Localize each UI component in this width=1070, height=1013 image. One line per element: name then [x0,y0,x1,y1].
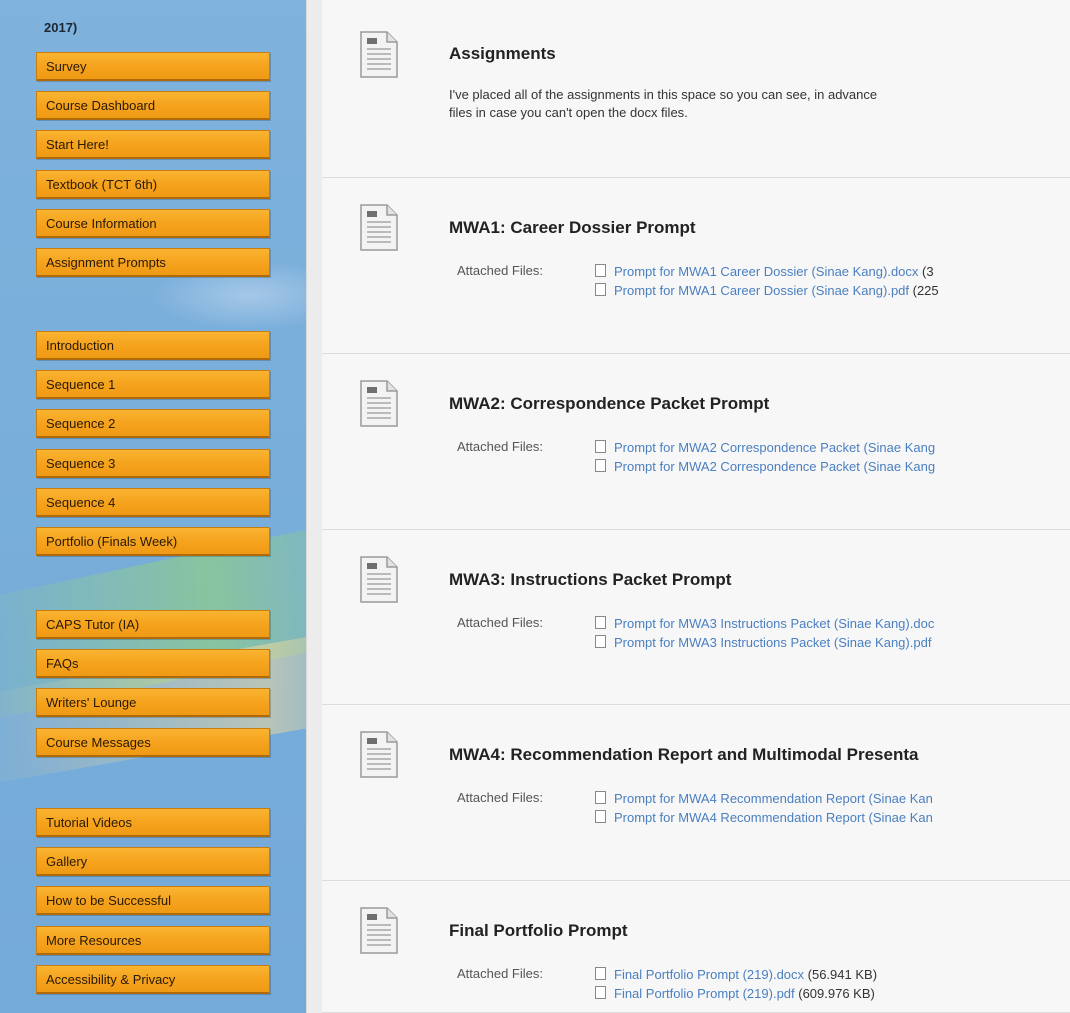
file-icon [595,616,606,629]
file-link[interactable]: Prompt for MWA4 Recommendation Report (S… [614,810,933,825]
nav-button-course-information[interactable]: Course Information [36,209,270,238]
course-term-text: 2017) [44,20,78,35]
file-link[interactable]: Final Portfolio Prompt (219).docx [614,967,804,982]
file-icon [595,459,606,472]
item-title: MWA1: Career Dossier Prompt [449,218,696,237]
nav-button-sequence-4[interactable]: Sequence 4 [36,488,270,517]
content-item: MWA4: Recommendation Report and Multimod… [322,705,1070,881]
content-area: Assignments I've placed all of the assign… [322,0,1070,1013]
item-title: Assignments [449,44,556,63]
file-size: (3 [918,264,934,279]
item-description: I've placed all of the assignments in th… [449,87,878,120]
file-icon [595,283,606,296]
attached-file: Final Portfolio Prompt (219).docx (56.94… [595,966,877,982]
item-title: MWA3: Instructions Packet Prompt [449,570,732,589]
file-link[interactable]: Prompt for MWA3 Instructions Packet (Sin… [614,616,934,631]
file-link[interactable]: Prompt for MWA1 Career Dossier (Sinae Ka… [614,283,909,298]
nav-button-more-resources[interactable]: More Resources [36,926,270,955]
attached-files-label: Attached Files: [457,615,543,630]
nav-button-writers-lounge[interactable]: Writers' Lounge [36,688,270,717]
file-size: (225 [909,283,939,298]
nav-button-course-dashboard[interactable]: Course Dashboard [36,91,270,120]
attached-file: Prompt for MWA3 Instructions Packet (Sin… [595,634,931,650]
nav-button-gallery[interactable]: Gallery [36,847,270,876]
attached-file: Prompt for MWA4 Recommendation Report (S… [595,790,933,806]
nav-button-sequence-1[interactable]: Sequence 1 [36,370,270,399]
document-icon [358,730,400,780]
document-icon [358,30,400,80]
attached-file: Prompt for MWA4 Recommendation Report (S… [595,809,933,825]
content-item: MWA1: Career Dossier Prompt Attached File… [322,178,1070,354]
attached-file: Prompt for MWA1 Career Dossier (Sinae Ka… [595,282,939,298]
attached-file: Final Portfolio Prompt (219).pdf (609.97… [595,985,875,1001]
content-item: MWA3: Instructions Packet Prompt Attached… [322,530,1070,705]
item-title: MWA4: Recommendation Report and Multimod… [449,745,919,764]
nav-button-sequence-2[interactable]: Sequence 2 [36,409,270,438]
attached-files-label: Attached Files: [457,263,543,278]
content-item: Final Portfolio Prompt Attached Files: Fin… [322,881,1070,1013]
file-icon [595,791,606,804]
file-link[interactable]: Prompt for MWA1 Career Dossier (Sinae Ka… [614,264,918,279]
nav-button-textbook-tct-6th[interactable]: Textbook (TCT 6th) [36,170,270,199]
document-icon [358,906,400,956]
attached-file: Prompt for MWA2 Correspondence Packet (S… [595,439,935,455]
file-icon [595,967,606,980]
file-link[interactable]: Prompt for MWA4 Recommendation Report (S… [614,791,933,806]
document-icon [358,203,400,253]
file-icon [595,264,606,277]
file-link[interactable]: Prompt for MWA3 Instructions Packet (Sin… [614,635,931,650]
nav-button-survey[interactable]: Survey [36,52,270,81]
attached-files-label: Attached Files: [457,439,543,454]
attached-file: Prompt for MWA2 Correspondence Packet (S… [595,458,935,474]
content-item: MWA2: Correspondence Packet Prompt Attach… [322,354,1070,530]
course-sidebar: 2017) Survey Course Dashboard Start Here! T… [0,0,306,1013]
file-icon [595,440,606,453]
attached-file: Prompt for MWA1 Career Dossier (Sinae Ka… [595,263,934,279]
nav-button-portfolio-finals-week[interactable]: Portfolio (Finals Week) [36,527,270,556]
document-icon [358,555,400,605]
nav-button-how-to-be-successful[interactable]: How to be Successful [36,886,270,915]
nav-button-assignment-prompts[interactable]: Assignment Prompts [36,248,270,277]
content-item: Assignments I've placed all of the assign… [322,0,1070,178]
nav-button-accessibility-privacy[interactable]: Accessibility & Privacy [36,965,270,994]
attached-files-label: Attached Files: [457,966,543,981]
file-size: (609.976 KB) [794,986,875,1001]
nav-button-start-here[interactable]: Start Here! [36,130,270,159]
file-link[interactable]: Final Portfolio Prompt (219).pdf [614,986,795,1001]
file-size: (56.941 KB) [804,967,878,982]
attached-file: Prompt for MWA3 Instructions Packet (Sin… [595,615,934,631]
item-title: MWA2: Correspondence Packet Prompt [449,394,770,413]
nav-button-course-messages[interactable]: Course Messages [36,728,270,757]
attached-files-label: Attached Files: [457,790,543,805]
file-link[interactable]: Prompt for MWA2 Correspondence Packet (S… [614,459,935,474]
file-icon [595,635,606,648]
nav-button-tutorial-videos[interactable]: Tutorial Videos [36,808,270,837]
nav-button-sequence-3[interactable]: Sequence 3 [36,449,270,478]
nav-button-introduction[interactable]: Introduction [36,331,270,360]
item-title: Final Portfolio Prompt [449,921,628,940]
file-icon [595,986,606,999]
file-link[interactable]: Prompt for MWA2 Correspondence Packet (S… [614,440,935,455]
file-icon [595,810,606,823]
document-icon [358,379,400,429]
nav-button-caps-tutor-ia[interactable]: CAPS Tutor (IA) [36,610,270,639]
nav-button-faqs[interactable]: FAQs [36,649,270,678]
content-divider [306,0,323,1013]
